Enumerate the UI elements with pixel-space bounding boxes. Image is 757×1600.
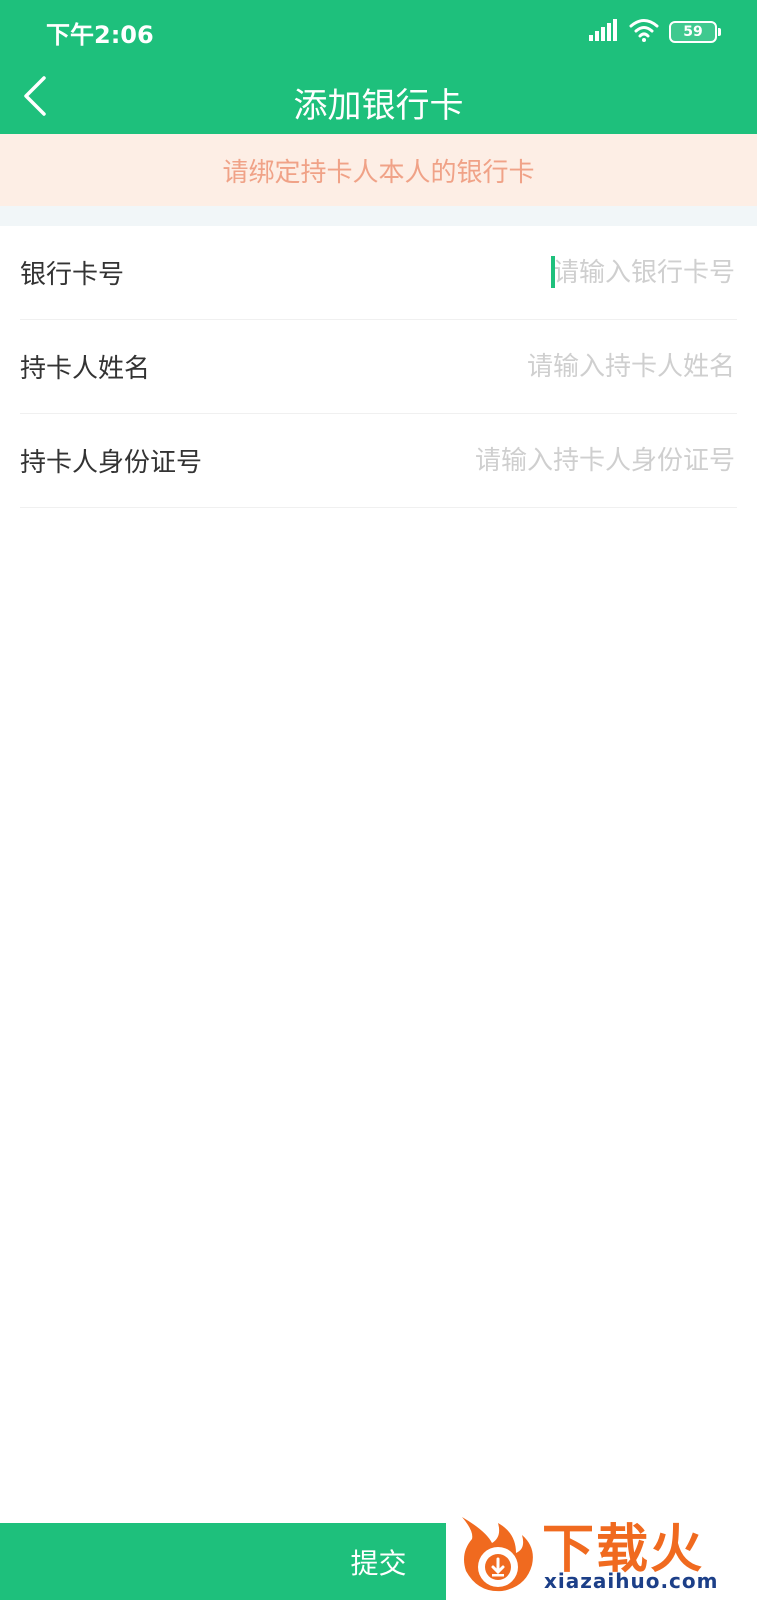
page-title: 添加银行卡 [293, 86, 464, 126]
watermark: 下载火 xiazaihuo.com [446, 1503, 757, 1600]
card-number-input[interactable] [124, 256, 737, 289]
cardholder-name-row: 持卡人姓名 [20, 320, 737, 414]
id-number-label: 持卡人身份证号 [20, 448, 203, 478]
notice-banner: 请绑定持卡人本人的银行卡 [0, 134, 757, 206]
id-number-input[interactable] [202, 444, 737, 477]
flame-logo-icon [452, 1509, 538, 1599]
signal-icon [589, 19, 619, 45]
status-time: 下午2:06 [46, 21, 154, 49]
card-number-row: 银行卡号 [20, 226, 737, 320]
card-number-label: 银行卡号 [20, 260, 125, 290]
status-icons: 59 [589, 18, 721, 46]
status-bar: 下午2:06 59 [0, 0, 757, 62]
nav-bar: 添加银行卡 [0, 62, 757, 134]
section-divider [0, 206, 757, 226]
battery-level: 59 [683, 24, 703, 40]
text-cursor [551, 256, 555, 288]
cardholder-name-label: 持卡人姓名 [20, 354, 151, 384]
watermark-url: xiazaihuo.com [544, 1569, 719, 1593]
bank-card-form: 银行卡号 持卡人姓名 持卡人身份证号 [0, 226, 757, 508]
wifi-icon [629, 18, 659, 46]
notice-text: 请绑定持卡人本人的银行卡 [222, 157, 535, 188]
battery-icon: 59 [669, 21, 721, 43]
id-number-row: 持卡人身份证号 [20, 414, 737, 508]
cardholder-name-input[interactable] [150, 350, 737, 383]
